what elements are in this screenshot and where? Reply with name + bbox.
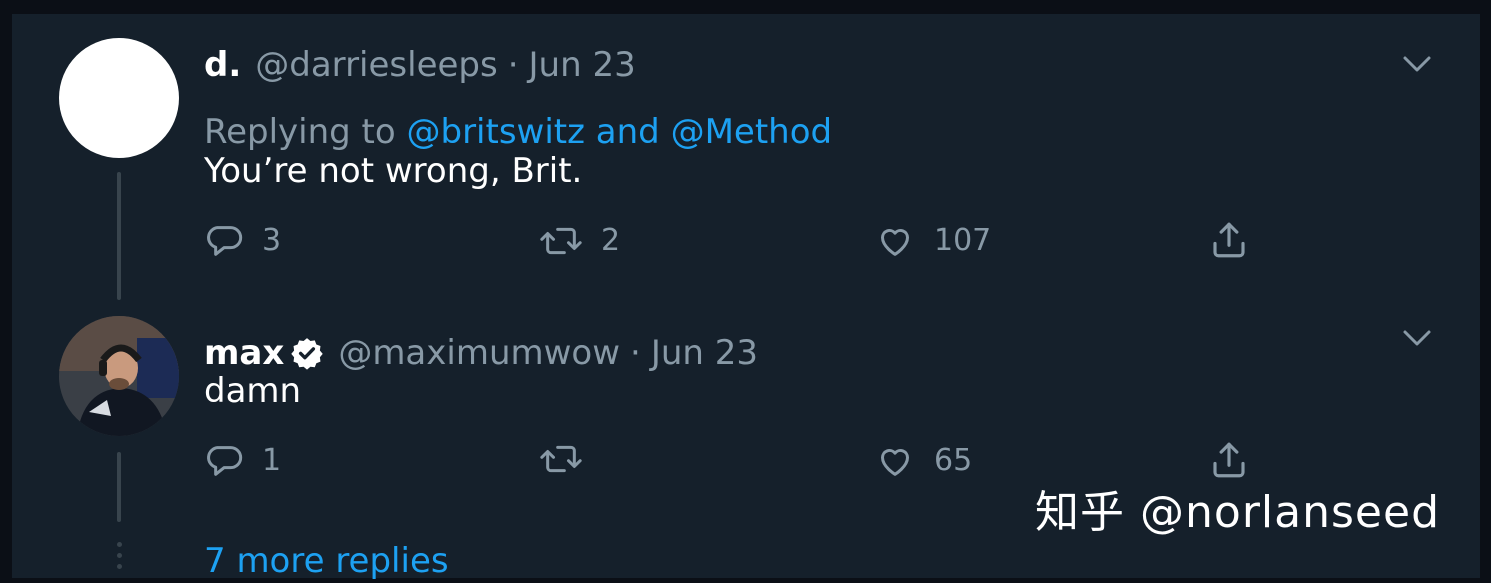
like-icon	[881, 229, 909, 256]
avatar[interactable]	[59, 38, 179, 158]
user-handle[interactable]: @maximumwow	[338, 333, 620, 373]
thread-connector	[117, 172, 121, 300]
like-button[interactable]: 107	[874, 219, 991, 263]
display-name[interactable]: max	[204, 333, 284, 373]
avatar[interactable]	[59, 316, 179, 436]
retweet-icon	[540, 227, 582, 255]
reply-button[interactable]: 1	[204, 439, 281, 483]
reply-count: 3	[262, 223, 282, 258]
reply-count: 1	[262, 443, 282, 478]
like-count: 107	[934, 223, 992, 258]
replying-mentions[interactable]: @britswitz and @Method	[407, 112, 833, 152]
separator: ·	[507, 45, 519, 85]
share-button[interactable]	[1208, 219, 1250, 261]
reply-icon	[207, 226, 243, 256]
chevron-down-icon[interactable]	[1399, 46, 1435, 82]
like-count: 65	[934, 443, 973, 478]
like-icon	[881, 449, 909, 476]
retweet-count: 2	[601, 223, 621, 258]
tweet-date[interactable]: Jun 23	[529, 45, 636, 85]
display-name[interactable]: d.	[204, 45, 241, 85]
tweet-actions: 3 2 107	[204, 219, 1264, 263]
reply-icon	[207, 446, 243, 476]
replying-prefix: Replying to	[204, 112, 396, 152]
avatar-photo	[59, 316, 179, 436]
user-handle[interactable]: @darriesleeps	[255, 45, 497, 85]
verified-badge-icon	[291, 338, 324, 370]
watermark: 知乎 @norlanseed	[1035, 487, 1440, 538]
reply-button[interactable]: 3	[204, 219, 281, 263]
replying-to: Replying to @britswitz and @Method	[204, 111, 832, 153]
retweet-button[interactable]	[539, 439, 601, 479]
retweet-button[interactable]: 2	[539, 219, 620, 263]
tweet-date[interactable]: Jun 23	[651, 333, 758, 373]
tweet-text: You’re not wrong, Brit.	[204, 151, 583, 191]
more-replies-link[interactable]: 7 more replies	[204, 539, 449, 583]
share-button[interactable]	[1208, 439, 1250, 481]
chevron-down-icon[interactable]	[1399, 320, 1435, 356]
tweet-header: max @maximumwow · Jun 23	[204, 333, 758, 373]
tweet-header: d. @darriesleeps · Jun 23	[204, 45, 636, 85]
share-icon	[1213, 222, 1245, 258]
thread-connector	[117, 452, 121, 522]
more-dots	[115, 542, 123, 575]
share-icon	[1213, 442, 1245, 478]
separator: ·	[630, 333, 641, 373]
tweet-text: damn	[204, 371, 302, 411]
tweet-thread: d. @darriesleeps · Jun 23 Replying to @b…	[12, 14, 1480, 581]
retweet-icon	[540, 445, 582, 473]
like-button[interactable]: 65	[874, 439, 972, 483]
